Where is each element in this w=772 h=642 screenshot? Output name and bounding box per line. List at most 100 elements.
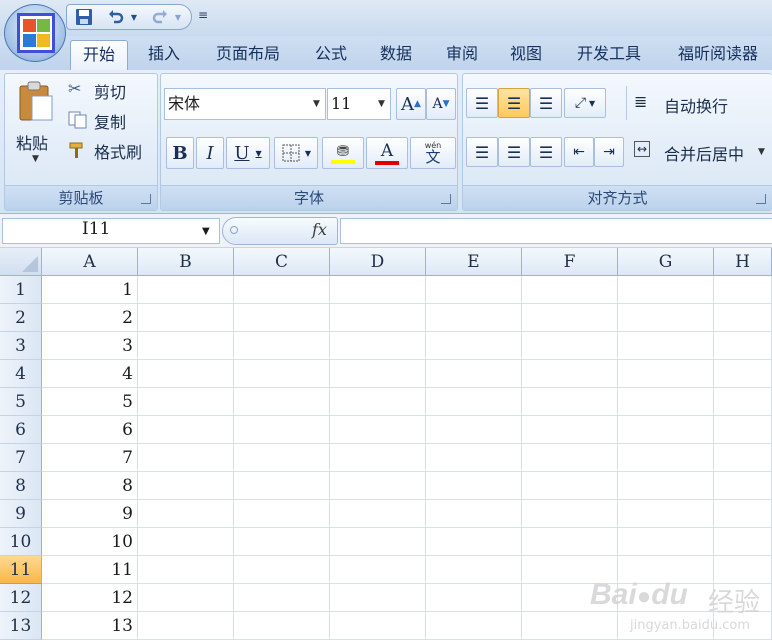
orientation-button[interactable]: ⤢ ▼	[564, 88, 606, 118]
cell-e4[interactable]	[426, 360, 522, 388]
cell-b12[interactable]	[138, 584, 234, 612]
cell-c7[interactable]	[234, 444, 330, 472]
cell-f3[interactable]	[522, 332, 618, 360]
tab-data[interactable]: 数据	[370, 40, 422, 70]
cell-d7[interactable]	[330, 444, 426, 472]
cell-e7[interactable]	[426, 444, 522, 472]
font-size-dropdown-icon[interactable]: ▼	[378, 99, 385, 109]
column-header-g[interactable]: G	[618, 248, 714, 276]
merge-center-dropdown-icon[interactable]: ▼	[758, 147, 765, 157]
cell-f2[interactable]	[522, 304, 618, 332]
office-button[interactable]	[4, 4, 66, 62]
cell-a4[interactable]: 4	[42, 360, 138, 388]
cell-d2[interactable]	[330, 304, 426, 332]
row-header-13[interactable]: 13	[0, 612, 42, 640]
cell-e2[interactable]	[426, 304, 522, 332]
cell-g5[interactable]	[618, 388, 714, 416]
fill-color-button[interactable]: ⛃	[322, 137, 364, 169]
cell-g3[interactable]	[618, 332, 714, 360]
cell-h9[interactable]	[714, 500, 772, 528]
column-header-f[interactable]: F	[522, 248, 618, 276]
row-header-12[interactable]: 12	[0, 584, 42, 612]
cell-e8[interactable]	[426, 472, 522, 500]
cell-d13[interactable]	[330, 612, 426, 640]
redo-dropdown-icon[interactable]: ▼	[173, 7, 183, 27]
tab-formulas[interactable]: 公式	[305, 40, 357, 70]
customize-qat-icon[interactable]: ≡	[198, 8, 208, 22]
row-header-8[interactable]: 8	[0, 472, 42, 500]
cell-g8[interactable]	[618, 472, 714, 500]
font-color-button[interactable]: A	[366, 137, 408, 169]
row-header-9[interactable]: 9	[0, 500, 42, 528]
cell-f6[interactable]	[522, 416, 618, 444]
borders-button[interactable]: ▼	[274, 137, 318, 169]
cell-c11[interactable]	[234, 556, 330, 584]
cell-c1[interactable]	[234, 276, 330, 304]
cell-b7[interactable]	[138, 444, 234, 472]
alignment-launcher-icon[interactable]: .	[756, 194, 766, 204]
cell-a7[interactable]: 7	[42, 444, 138, 472]
cell-a9[interactable]: 9	[42, 500, 138, 528]
cell-b13[interactable]	[138, 612, 234, 640]
redo-icon[interactable]	[149, 7, 171, 27]
cell-g4[interactable]	[618, 360, 714, 388]
cell-c5[interactable]	[234, 388, 330, 416]
paste-dropdown-icon[interactable]: ▼	[32, 154, 39, 164]
row-header-11[interactable]: 11	[0, 556, 42, 584]
cell-e11[interactable]	[426, 556, 522, 584]
cell-e9[interactable]	[426, 500, 522, 528]
cell-g9[interactable]	[618, 500, 714, 528]
cell-a5[interactable]: 5	[42, 388, 138, 416]
tab-foxit-reader[interactable]: 福昕阅读器	[666, 40, 770, 70]
cell-d12[interactable]	[330, 584, 426, 612]
cell-c6[interactable]	[234, 416, 330, 444]
column-header-e[interactable]: E	[426, 248, 522, 276]
column-header-h[interactable]: H	[714, 248, 772, 276]
clipboard-launcher-icon[interactable]: .	[141, 194, 151, 204]
cell-h6[interactable]	[714, 416, 772, 444]
cell-b11[interactable]	[138, 556, 234, 584]
cell-a8[interactable]: 8	[42, 472, 138, 500]
cell-e5[interactable]	[426, 388, 522, 416]
phonetic-guide-button[interactable]: wén 文	[410, 137, 456, 169]
cell-b2[interactable]	[138, 304, 234, 332]
font-launcher-icon[interactable]: .	[441, 194, 451, 204]
cell-a2[interactable]: 2	[42, 304, 138, 332]
cell-c9[interactable]	[234, 500, 330, 528]
align-middle-button[interactable]: ☰	[498, 88, 530, 118]
undo-dropdown-icon[interactable]: ▼	[129, 7, 139, 27]
paste-button[interactable]: 粘贴 ▼	[14, 80, 58, 170]
copy-button[interactable]: 复制	[68, 108, 156, 132]
cell-d6[interactable]	[330, 416, 426, 444]
row-header-10[interactable]: 10	[0, 528, 42, 556]
row-header-6[interactable]: 6	[0, 416, 42, 444]
cell-f9[interactable]	[522, 500, 618, 528]
cell-d8[interactable]	[330, 472, 426, 500]
shrink-font-button[interactable]: A ▼	[426, 88, 456, 120]
bold-button[interactable]: B	[166, 137, 194, 169]
column-header-c[interactable]: C	[234, 248, 330, 276]
cell-a12[interactable]: 12	[42, 584, 138, 612]
tab-home[interactable]: 开始	[70, 40, 128, 70]
increase-indent-button[interactable]: ⇥	[594, 137, 624, 167]
cell-d9[interactable]	[330, 500, 426, 528]
cell-f7[interactable]	[522, 444, 618, 472]
font-name-dropdown-icon[interactable]: ▼	[313, 99, 320, 109]
align-left-button[interactable]: ☰	[466, 137, 498, 167]
cell-h10[interactable]	[714, 528, 772, 556]
cell-h7[interactable]	[714, 444, 772, 472]
cell-a6[interactable]: 6	[42, 416, 138, 444]
align-right-button[interactable]: ☰	[530, 137, 562, 167]
align-bottom-button[interactable]: ☰	[530, 88, 562, 118]
align-top-button[interactable]: ☰	[466, 88, 498, 118]
cell-d3[interactable]	[330, 332, 426, 360]
cell-h5[interactable]	[714, 388, 772, 416]
cell-d10[interactable]	[330, 528, 426, 556]
cell-e6[interactable]	[426, 416, 522, 444]
save-icon[interactable]	[73, 7, 95, 27]
cell-h2[interactable]	[714, 304, 772, 332]
cell-h1[interactable]	[714, 276, 772, 304]
tab-view[interactable]: 视图	[500, 40, 552, 70]
cell-c8[interactable]	[234, 472, 330, 500]
cell-g10[interactable]	[618, 528, 714, 556]
